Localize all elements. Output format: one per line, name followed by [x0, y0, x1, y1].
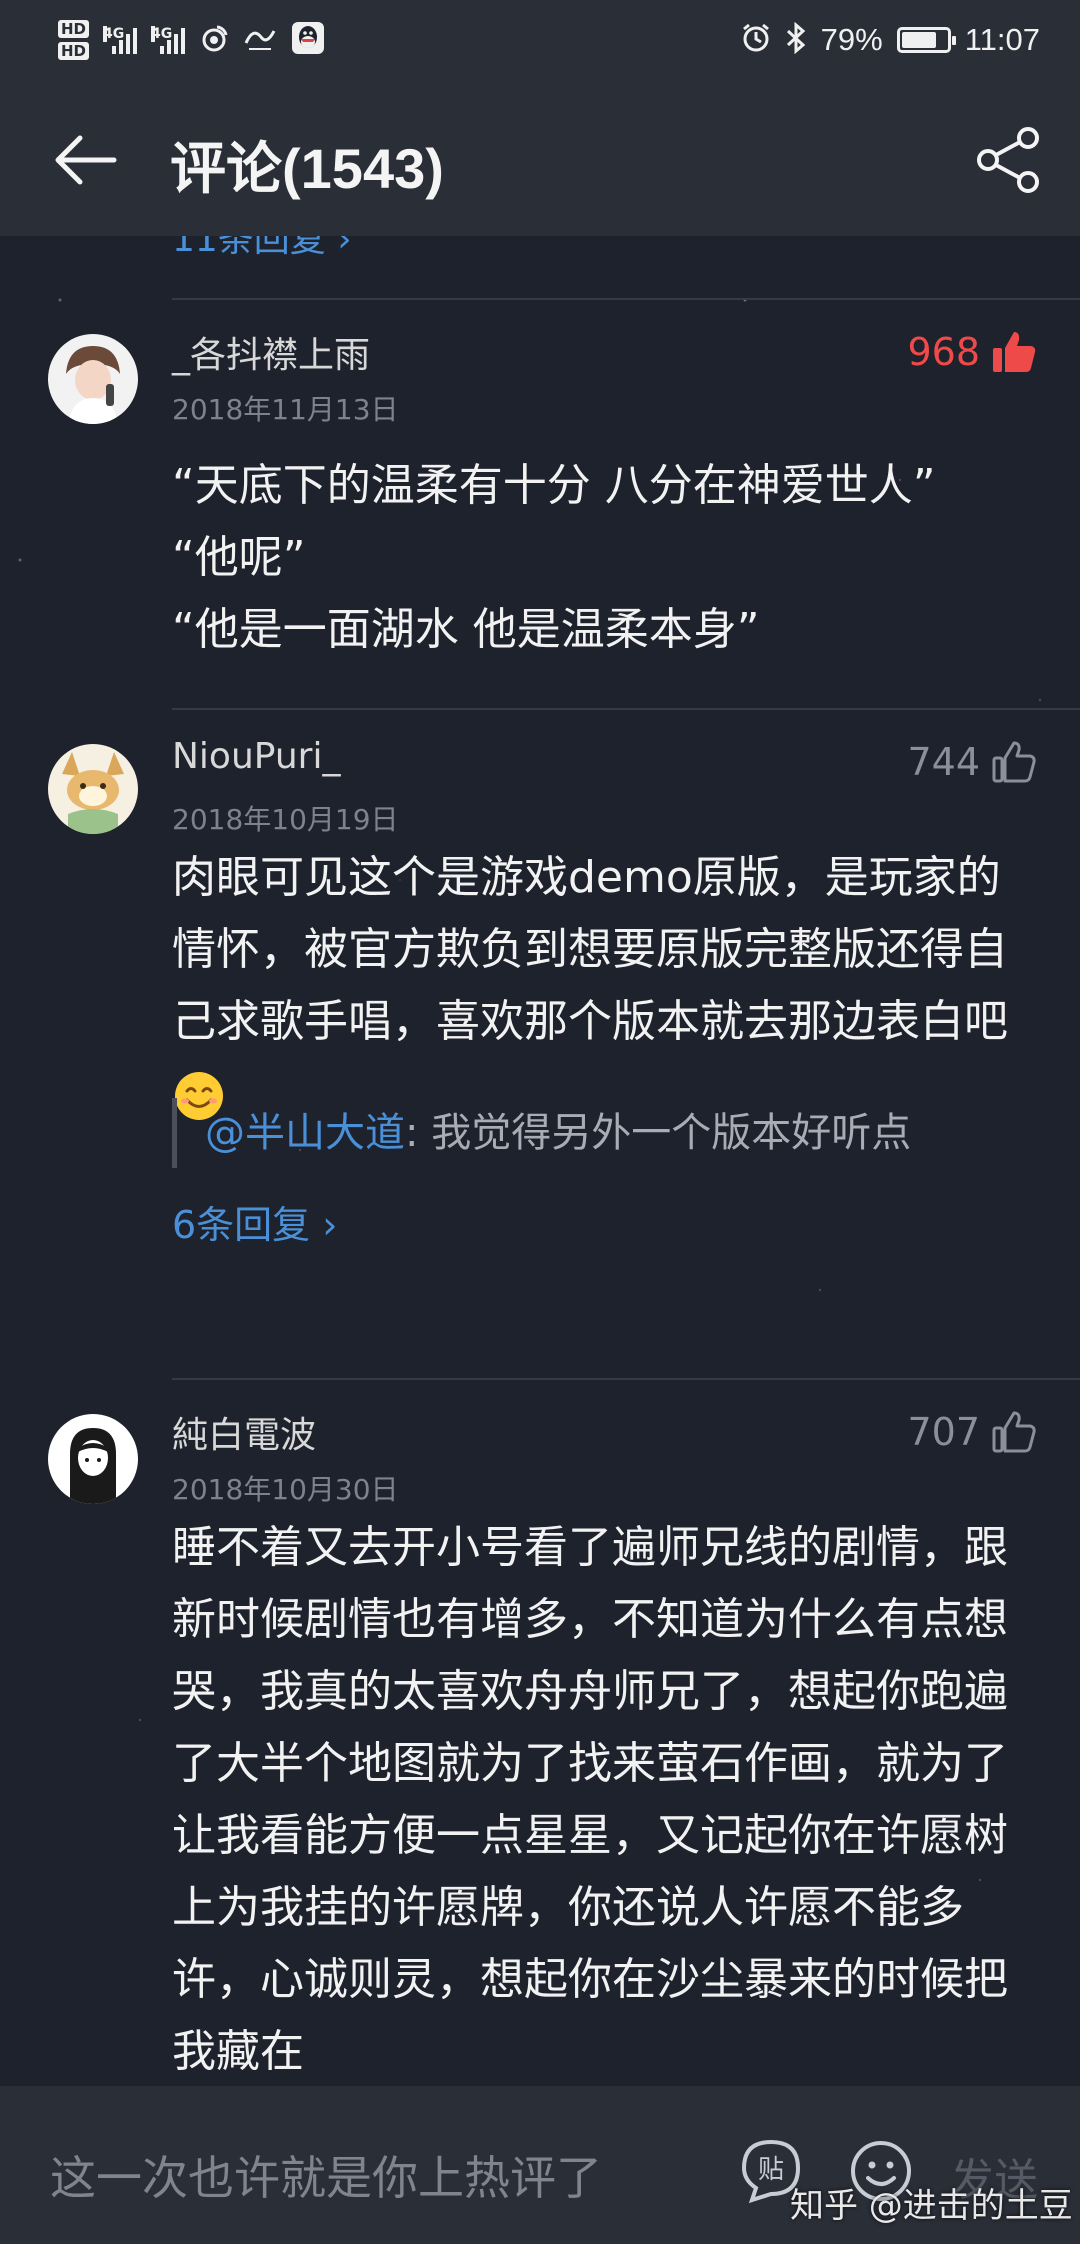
status-left: HD HD 4G 4G [58, 20, 325, 60]
status-right: 79% 11:07 [741, 21, 1040, 59]
avatar[interactable] [48, 1414, 138, 1504]
weibo-icon [199, 23, 229, 58]
comment-date: 2018年10月19日 [172, 803, 399, 836]
comment-username[interactable]: 純白電波 [172, 1406, 316, 1458]
signal-strength-icon-2: 4G [151, 26, 186, 54]
like-button[interactable]: 707 [907, 1408, 1038, 1456]
comment-date: 2018年10月30日 [172, 1473, 399, 1506]
paste-label: 贴 [758, 2155, 784, 2185]
avatar[interactable] [48, 334, 138, 424]
comment-list[interactable]: 11条回复 › _各抖襟上雨 2018年11月13日 968 “天底下的温柔有十… [0, 236, 1080, 2086]
qq-icon [291, 21, 325, 60]
comment-input[interactable]: 这一次也许就是你上热评了 [50, 2142, 602, 2208]
network-type-2: 4G [151, 26, 173, 42]
signal-strength-icon-1: 4G [103, 26, 138, 54]
page-title: 评论(1543) [170, 137, 444, 200]
thumbs-up-icon [992, 1411, 1036, 1453]
battery-icon [896, 27, 956, 53]
hd-badge-1: HD [58, 20, 90, 38]
divider [172, 708, 1080, 710]
back-button[interactable] [50, 130, 120, 190]
thumbs-up-icon [992, 741, 1036, 783]
share-icon [977, 127, 1039, 193]
like-button[interactable]: 744 [907, 738, 1038, 786]
comment-body: “天底下的温柔有十分 八分在神爱世人” “他呢” “他是一面湖水 他是温柔本身” [172, 460, 936, 655]
comment-body: 肉眼可见这个是游戏demo原版，是玩家的情怀，被官方欺负到想要原版完整版还得自己… [172, 842, 1012, 1130]
comment-body: 睡不着又去开小号看了遍师兄线的剧情，跟新时候剧情也有增多，不知道为什么有点想哭，… [172, 1522, 1008, 2077]
like-count: 707 [907, 1410, 980, 1454]
previous-replies-link[interactable]: 11条回复 › [172, 236, 352, 262]
clock: 11:07 [964, 22, 1040, 57]
battery-percent: 79% [820, 22, 883, 57]
like-count: 744 [907, 740, 980, 784]
comment-date: 2018年11月13日 [172, 393, 399, 426]
app-icon [243, 23, 277, 58]
back-arrow-icon [55, 135, 117, 185]
share-button[interactable] [972, 124, 1044, 196]
view-replies-link[interactable]: 6条回复 › [172, 1194, 337, 1249]
comment-input-bar: 这一次也许就是你上热评了 贴 发送 知乎 @进击的土豆 [0, 2086, 1080, 2244]
hd-indicators: HD HD [58, 20, 90, 60]
bluetooth-icon [785, 21, 807, 59]
quote-text: : 我觉得另外一个版本好听点 [405, 1110, 912, 1156]
reply-quote[interactable]: @半山大道: 我觉得另外一个版本好听点 [172, 1098, 1012, 1168]
app-header: 评论(1543) [0, 80, 1080, 236]
network-type-1: 4G [103, 26, 125, 42]
battery-level [901, 32, 937, 48]
alarm-icon [741, 23, 771, 58]
comment-username[interactable]: _各抖襟上雨 [172, 326, 370, 378]
comment-username[interactable]: NiouPuri_ [172, 736, 340, 777]
watermark: 知乎 @进击的土豆 [790, 2186, 1073, 2226]
thumbs-up-filled-icon [993, 332, 1036, 372]
status-bar: HD HD 4G 4G 79% 11:07 [0, 0, 1080, 80]
hd-badge-2: HD [58, 42, 90, 60]
like-count: 968 [907, 330, 980, 374]
comment-body-text: 肉眼可见这个是游戏demo原版，是玩家的情怀，被官方欺负到想要原版完整版还得自己… [172, 852, 1008, 1047]
divider [172, 298, 1080, 300]
quote-mention[interactable]: @半山大道 [205, 1110, 405, 1156]
like-button[interactable]: 968 [907, 328, 1038, 376]
divider [172, 1378, 1080, 1380]
avatar[interactable] [48, 744, 138, 834]
